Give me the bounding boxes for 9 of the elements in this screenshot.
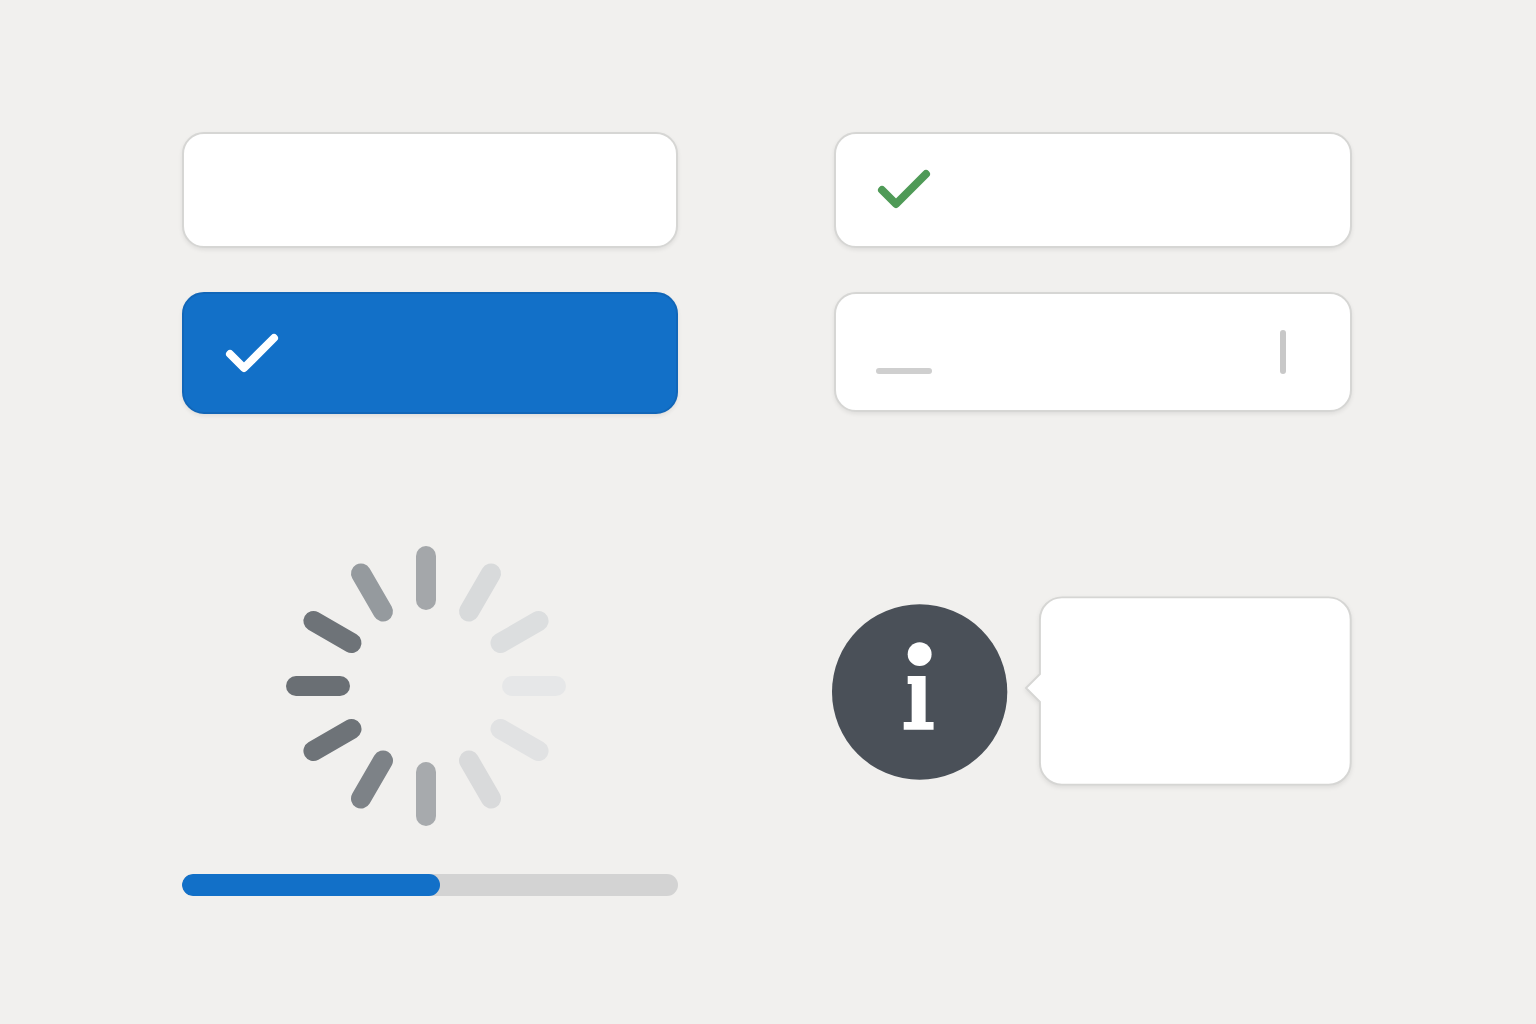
choice-card[interactable] [182,292,678,414]
info-icon [830,601,1010,781]
check-icon [224,331,280,375]
input-field[interactable] [834,132,1352,248]
loading-spinner-icon [282,542,570,830]
placeholder-line [876,367,932,373]
input-field[interactable] [834,292,1352,412]
check-icon [876,168,932,212]
text-cursor [1280,330,1286,374]
